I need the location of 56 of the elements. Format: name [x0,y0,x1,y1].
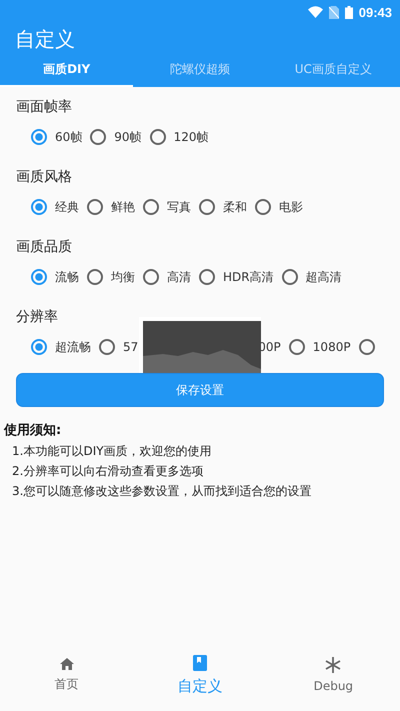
radio-button[interactable] [31,339,47,355]
radio-button[interactable] [90,129,106,145]
option-label: 写真 [167,198,191,216]
section-title: 分辨率 [16,308,59,327]
section-title: 画质品质 [16,238,73,257]
nav-item[interactable]: 自定义 [133,645,267,705]
section-title: 画面帧率 [16,98,73,117]
option-label: 柔和 [223,198,247,216]
option-label: HDR高清 [223,268,274,286]
nav-item[interactable]: 首页 [0,645,134,705]
no-sim-icon [328,6,339,18]
nav-item[interactable]: Debug [266,645,400,705]
radio-button[interactable] [282,269,298,285]
radio-button[interactable] [358,339,375,355]
app-title: 自定义 [14,26,76,53]
section-title: 画质风格 [16,168,73,187]
notice-line: 1.本功能可以DIY画质，欢迎您的使用 [11,443,213,460]
radio-button[interactable] [199,199,215,215]
save-button[interactable]: 保存设置 [16,373,384,407]
radio-button[interactable] [143,199,159,215]
radio-button[interactable] [150,129,166,145]
radio-button[interactable] [288,339,305,355]
radio-button[interactable] [199,269,215,285]
battery-icon [344,6,353,18]
option-label: 鲜艳 [111,198,135,216]
option-label: 超高清 [306,268,342,286]
notice-title: 使用须知: [4,422,62,440]
option-label: 流畅 [55,268,79,286]
radio-button[interactable] [87,269,103,285]
option-label: 高清 [167,268,191,286]
tab[interactable]: 陀螺仪超频 [133,54,267,87]
status-time: 09:43 [358,4,392,20]
wifi-icon [308,6,323,18]
option-label: 57 [123,340,138,354]
option-label: 90帧 [114,128,142,146]
option-label: 电影 [279,198,303,216]
radio-button[interactable] [31,129,47,145]
radio-button[interactable] [31,199,47,215]
tab[interactable]: UC画质自定义 [266,54,400,87]
option-label: 均衡 [111,268,135,286]
notice-line: 3.您可以随意修改这些参数设置，从而找到适合您的设置 [11,483,312,500]
option-label: 120帧 [174,128,208,146]
home-icon [60,658,74,670]
radio-button[interactable] [143,269,159,285]
notice-line: 2.分辨率可以向右滑动查看更多选项 [11,463,204,480]
radio-button[interactable] [99,339,115,355]
radio-button[interactable] [255,199,271,215]
tab[interactable]: 画质DIY [0,54,134,87]
snowflake-icon [325,657,342,673]
book-icon [192,654,207,670]
radio-button[interactable] [87,199,103,215]
radio-button[interactable] [31,269,47,285]
option-label: 1080P [312,340,351,354]
option-label: 经典 [55,198,79,216]
option-label: 超流畅 [55,338,91,356]
option-label: 60帧 [55,128,82,146]
